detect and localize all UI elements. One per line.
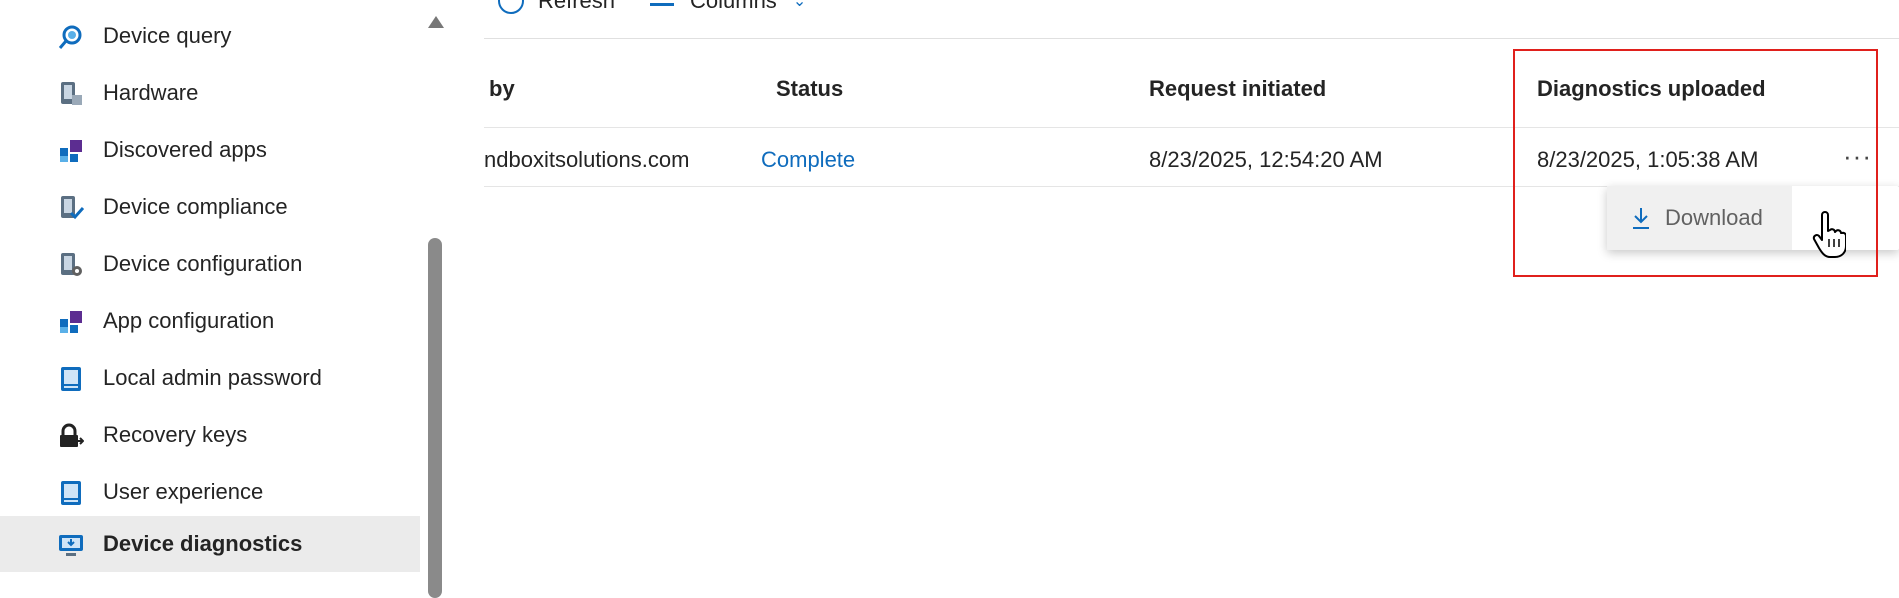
- lock-icon: [60, 423, 84, 447]
- column-header-status[interactable]: Status: [776, 76, 843, 102]
- row-context-menu: Download: [1607, 186, 1899, 250]
- diagnostics-icon: [59, 535, 83, 556]
- refresh-button[interactable]: Refresh: [498, 0, 615, 16]
- hardware-icon: [61, 82, 82, 105]
- sidebar-nav: Device query Hardware Discovered apps De…: [0, 0, 420, 592]
- columns-label: Columns: [690, 0, 777, 13]
- chevron-down-icon: ⌄: [792, 0, 807, 10]
- sidebar-item-device-configuration[interactable]: Device configuration: [0, 236, 420, 292]
- configuration-icon: [61, 253, 82, 276]
- sidebar-item-label: Device query: [103, 23, 232, 48]
- sidebar-item-label: Hardware: [103, 80, 199, 105]
- cell-requested-by: ndboxitsolutions.com: [484, 147, 690, 172]
- cell-diagnostics-uploaded: 8/23/2025, 1:05:38 AM: [1537, 147, 1759, 172]
- sidebar-item-app-configuration[interactable]: App configuration: [0, 293, 420, 349]
- header-divider: [484, 127, 1899, 128]
- refresh-label: Refresh: [538, 0, 616, 13]
- sidebar-item-label: User experience: [103, 479, 264, 504]
- toolbar: Refresh Columns ⌄: [484, 0, 1884, 38]
- sidebar-item-label: Recovery keys: [103, 422, 248, 447]
- device-query-icon: [58, 25, 82, 49]
- sidebar-item-label: Local admin password: [103, 365, 322, 390]
- sidebar-item-label: App configuration: [103, 308, 275, 333]
- scroll-up-arrow-icon[interactable]: [428, 16, 444, 28]
- columns-icon: [650, 0, 674, 9]
- sidebar-item-device-compliance[interactable]: Device compliance: [0, 179, 420, 235]
- sidebar-item-user-experience[interactable]: User experience: [0, 464, 420, 520]
- cell-request-initiated: 8/23/2025, 12:54:20 AM: [1149, 147, 1383, 172]
- sidebar-item-device-query[interactable]: Device query: [0, 8, 420, 64]
- apps-icon: [60, 140, 82, 162]
- column-header-diagnostics-uploaded[interactable]: Diagnostics uploaded: [1537, 76, 1766, 102]
- sidebar-item-recovery-keys[interactable]: Recovery keys: [0, 407, 420, 463]
- sidebar-item-label: Device compliance: [103, 194, 288, 219]
- download-icon: [1633, 208, 1649, 229]
- sidebar-scrollbar[interactable]: [420, 0, 450, 598]
- sidebar-item-label: Device configuration: [103, 251, 303, 276]
- sidebar-item-local-admin-password[interactable]: Local admin password: [0, 350, 420, 406]
- hand-cursor-icon: [1812, 211, 1846, 258]
- download-label: Download: [1665, 205, 1763, 230]
- compliance-icon: [61, 196, 84, 220]
- sidebar-item-discovered-apps[interactable]: Discovered apps: [0, 122, 420, 178]
- password-icon: [61, 367, 81, 391]
- more-options-button[interactable]: ···: [1843, 141, 1872, 172]
- sidebar-item-label: Device diagnostics: [103, 531, 303, 556]
- columns-button[interactable]: Columns ⌄: [650, 0, 806, 16]
- toolbar-divider: [484, 38, 1899, 39]
- user-experience-icon: [61, 481, 81, 505]
- column-header-request-initiated[interactable]: Request initiated: [1149, 76, 1326, 102]
- column-header-requested-by[interactable]: by: [489, 76, 515, 102]
- download-menu-item[interactable]: Download: [1607, 186, 1792, 250]
- cell-status-link[interactable]: Complete: [761, 147, 855, 173]
- refresh-icon: [498, 0, 524, 14]
- app-config-icon: [60, 311, 82, 333]
- sidebar-item-label: Discovered apps: [103, 137, 267, 162]
- scroll-thumb[interactable]: [428, 238, 442, 598]
- sidebar-item-device-diagnostics[interactable]: Device diagnostics: [0, 516, 420, 572]
- sidebar-item-hardware[interactable]: Hardware: [0, 65, 420, 121]
